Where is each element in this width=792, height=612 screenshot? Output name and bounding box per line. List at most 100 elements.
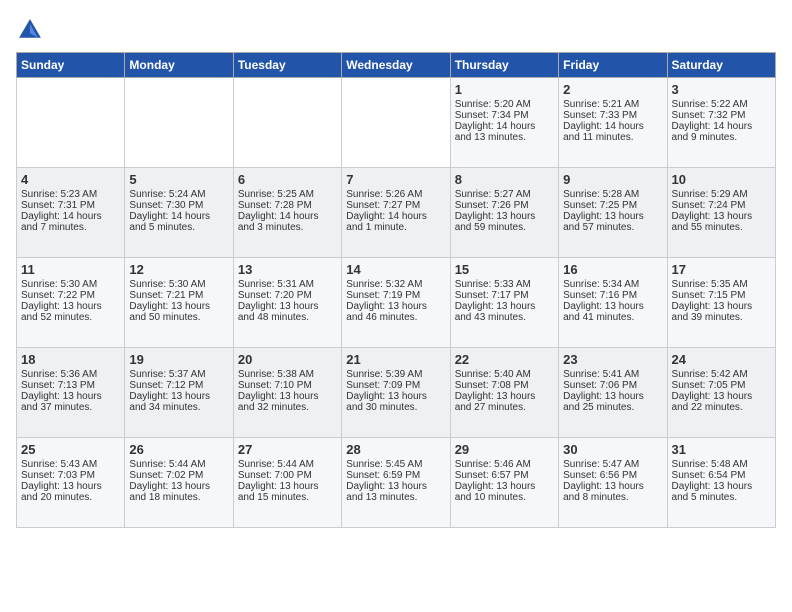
daylight-text: Daylight: 14 hours and 1 minute.: [346, 211, 445, 233]
sunset-text: Sunset: 7:26 PM: [455, 200, 554, 211]
sunset-text: Sunset: 7:30 PM: [129, 200, 228, 211]
day-number: 29: [455, 442, 554, 457]
daylight-text: Daylight: 13 hours and 43 minutes.: [455, 301, 554, 323]
day-number: 2: [563, 82, 662, 97]
daylight-text: Daylight: 13 hours and 50 minutes.: [129, 301, 228, 323]
daylight-text: Daylight: 14 hours and 3 minutes.: [238, 211, 337, 233]
sunset-text: Sunset: 7:08 PM: [455, 380, 554, 391]
daylight-text: Daylight: 13 hours and 59 minutes.: [455, 211, 554, 233]
calendar-cell: 18Sunrise: 5:36 AMSunset: 7:13 PMDayligh…: [17, 348, 125, 438]
day-number: 19: [129, 352, 228, 367]
daylight-text: Daylight: 13 hours and 22 minutes.: [672, 391, 771, 413]
calendar-cell: 8Sunrise: 5:27 AMSunset: 7:26 PMDaylight…: [450, 168, 558, 258]
sunset-text: Sunset: 7:33 PM: [563, 110, 662, 121]
sunrise-text: Sunrise: 5:20 AM: [455, 99, 554, 110]
day-number: 23: [563, 352, 662, 367]
page-header: [16, 16, 776, 44]
daylight-text: Daylight: 13 hours and 30 minutes.: [346, 391, 445, 413]
sunset-text: Sunset: 6:59 PM: [346, 470, 445, 481]
calendar-cell: 14Sunrise: 5:32 AMSunset: 7:19 PMDayligh…: [342, 258, 450, 348]
calendar-cell: 26Sunrise: 5:44 AMSunset: 7:02 PMDayligh…: [125, 438, 233, 528]
day-number: 1: [455, 82, 554, 97]
sunset-text: Sunset: 7:20 PM: [238, 290, 337, 301]
daylight-text: Daylight: 13 hours and 27 minutes.: [455, 391, 554, 413]
sunrise-text: Sunrise: 5:43 AM: [21, 459, 120, 470]
calendar-cell: 30Sunrise: 5:47 AMSunset: 6:56 PMDayligh…: [559, 438, 667, 528]
calendar-table: SundayMondayTuesdayWednesdayThursdayFrid…: [16, 52, 776, 528]
sunset-text: Sunset: 7:22 PM: [21, 290, 120, 301]
day-number: 11: [21, 262, 120, 277]
calendar-cell: 4Sunrise: 5:23 AMSunset: 7:31 PMDaylight…: [17, 168, 125, 258]
day-number: 21: [346, 352, 445, 367]
day-number: 15: [455, 262, 554, 277]
day-number: 26: [129, 442, 228, 457]
sunset-text: Sunset: 7:16 PM: [563, 290, 662, 301]
daylight-text: Daylight: 13 hours and 18 minutes.: [129, 481, 228, 503]
sunset-text: Sunset: 7:19 PM: [346, 290, 445, 301]
daylight-text: Daylight: 14 hours and 11 minutes.: [563, 121, 662, 143]
sunrise-text: Sunrise: 5:35 AM: [672, 279, 771, 290]
day-number: 17: [672, 262, 771, 277]
daylight-text: Daylight: 14 hours and 13 minutes.: [455, 121, 554, 143]
day-number: 25: [21, 442, 120, 457]
sunset-text: Sunset: 6:56 PM: [563, 470, 662, 481]
sunrise-text: Sunrise: 5:42 AM: [672, 369, 771, 380]
sunset-text: Sunset: 7:21 PM: [129, 290, 228, 301]
calendar-cell: 19Sunrise: 5:37 AMSunset: 7:12 PMDayligh…: [125, 348, 233, 438]
daylight-text: Daylight: 13 hours and 25 minutes.: [563, 391, 662, 413]
day-number: 30: [563, 442, 662, 457]
day-number: 5: [129, 172, 228, 187]
daylight-text: Daylight: 14 hours and 9 minutes.: [672, 121, 771, 143]
sunrise-text: Sunrise: 5:41 AM: [563, 369, 662, 380]
daylight-text: Daylight: 14 hours and 7 minutes.: [21, 211, 120, 233]
day-number: 27: [238, 442, 337, 457]
sunset-text: Sunset: 6:54 PM: [672, 470, 771, 481]
calendar-cell: 17Sunrise: 5:35 AMSunset: 7:15 PMDayligh…: [667, 258, 775, 348]
sunrise-text: Sunrise: 5:48 AM: [672, 459, 771, 470]
sunrise-text: Sunrise: 5:28 AM: [563, 189, 662, 200]
calendar-cell: 21Sunrise: 5:39 AMSunset: 7:09 PMDayligh…: [342, 348, 450, 438]
calendar-cell: 31Sunrise: 5:48 AMSunset: 6:54 PMDayligh…: [667, 438, 775, 528]
daylight-text: Daylight: 13 hours and 52 minutes.: [21, 301, 120, 323]
weekday-header-wednesday: Wednesday: [342, 53, 450, 78]
day-number: 7: [346, 172, 445, 187]
calendar-cell: 7Sunrise: 5:26 AMSunset: 7:27 PMDaylight…: [342, 168, 450, 258]
calendar-cell: [342, 78, 450, 168]
calendar-cell: 24Sunrise: 5:42 AMSunset: 7:05 PMDayligh…: [667, 348, 775, 438]
calendar-cell: 9Sunrise: 5:28 AMSunset: 7:25 PMDaylight…: [559, 168, 667, 258]
sunrise-text: Sunrise: 5:22 AM: [672, 99, 771, 110]
sunrise-text: Sunrise: 5:31 AM: [238, 279, 337, 290]
daylight-text: Daylight: 13 hours and 55 minutes.: [672, 211, 771, 233]
day-number: 3: [672, 82, 771, 97]
calendar-cell: 13Sunrise: 5:31 AMSunset: 7:20 PMDayligh…: [233, 258, 341, 348]
sunrise-text: Sunrise: 5:33 AM: [455, 279, 554, 290]
calendar-cell: 6Sunrise: 5:25 AMSunset: 7:28 PMDaylight…: [233, 168, 341, 258]
sunset-text: Sunset: 7:32 PM: [672, 110, 771, 121]
weekday-header-saturday: Saturday: [667, 53, 775, 78]
sunset-text: Sunset: 7:31 PM: [21, 200, 120, 211]
calendar-week-row: 11Sunrise: 5:30 AMSunset: 7:22 PMDayligh…: [17, 258, 776, 348]
day-number: 22: [455, 352, 554, 367]
calendar-cell: 28Sunrise: 5:45 AMSunset: 6:59 PMDayligh…: [342, 438, 450, 528]
calendar-cell: 15Sunrise: 5:33 AMSunset: 7:17 PMDayligh…: [450, 258, 558, 348]
sunset-text: Sunset: 7:10 PM: [238, 380, 337, 391]
sunrise-text: Sunrise: 5:46 AM: [455, 459, 554, 470]
sunrise-text: Sunrise: 5:39 AM: [346, 369, 445, 380]
daylight-text: Daylight: 13 hours and 15 minutes.: [238, 481, 337, 503]
sunset-text: Sunset: 7:13 PM: [21, 380, 120, 391]
daylight-text: Daylight: 13 hours and 39 minutes.: [672, 301, 771, 323]
logo: [16, 16, 48, 44]
sunrise-text: Sunrise: 5:36 AM: [21, 369, 120, 380]
sunset-text: Sunset: 7:27 PM: [346, 200, 445, 211]
calendar-cell: 22Sunrise: 5:40 AMSunset: 7:08 PMDayligh…: [450, 348, 558, 438]
calendar-body: 1Sunrise: 5:20 AMSunset: 7:34 PMDaylight…: [17, 78, 776, 528]
calendar-cell: 29Sunrise: 5:46 AMSunset: 6:57 PMDayligh…: [450, 438, 558, 528]
calendar-cell: 10Sunrise: 5:29 AMSunset: 7:24 PMDayligh…: [667, 168, 775, 258]
sunrise-text: Sunrise: 5:24 AM: [129, 189, 228, 200]
sunrise-text: Sunrise: 5:37 AM: [129, 369, 228, 380]
weekday-header-tuesday: Tuesday: [233, 53, 341, 78]
calendar-cell: 12Sunrise: 5:30 AMSunset: 7:21 PMDayligh…: [125, 258, 233, 348]
sunrise-text: Sunrise: 5:47 AM: [563, 459, 662, 470]
sunrise-text: Sunrise: 5:27 AM: [455, 189, 554, 200]
daylight-text: Daylight: 13 hours and 37 minutes.: [21, 391, 120, 413]
